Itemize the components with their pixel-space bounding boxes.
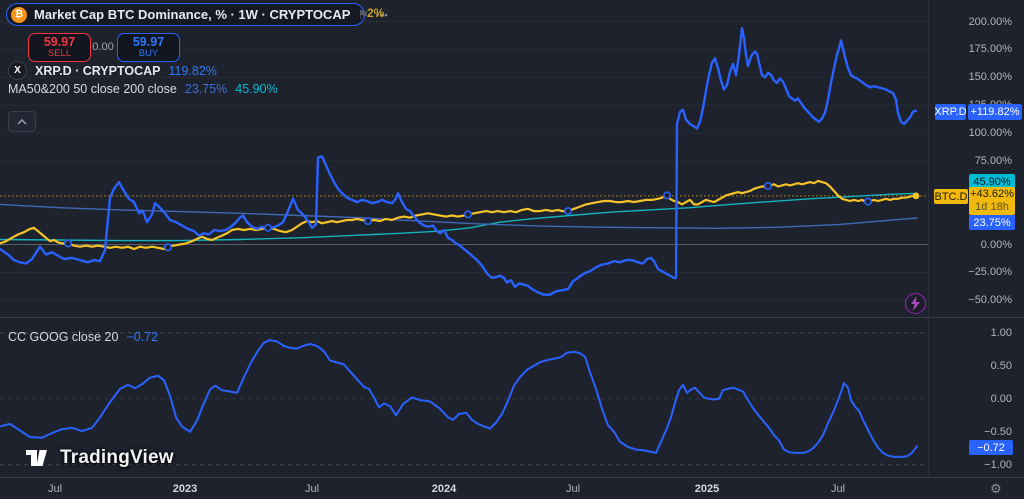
buy-price: 59.97: [132, 34, 165, 49]
compare-symbol-legend[interactable]: X XRP.D · CRYPTOCAP 119.82%: [8, 61, 217, 80]
collapse-legend-button[interactable]: [8, 111, 36, 132]
xrp-icon: X: [8, 61, 27, 80]
tradingview-logo[interactable]: TradingView: [26, 447, 174, 469]
price-axis-tick: 0.00: [990, 392, 1012, 405]
spread-value: 0.00: [92, 41, 114, 53]
tradingview-logo-text: TradingView: [60, 447, 174, 468]
gear-icon[interactable]: ⚙: [990, 481, 1002, 497]
sell-label: SELL: [47, 47, 72, 59]
ma-fast-axis-value: 23.75%: [969, 215, 1015, 230]
tradingview-chart-window: 200.00%175.00%150.00%125.00%100.00%75.00…: [0, 0, 1024, 499]
compare-symbol-value: 119.82%: [168, 63, 217, 78]
price-axis-tick: −50.00%: [968, 294, 1012, 307]
series-marker: [64, 239, 73, 248]
chevron-up-icon: [17, 118, 27, 125]
xrp-axis-value: +119.82%: [968, 104, 1022, 120]
symbol-title: Market Cap BTC Dominance, % · 1W · CRYPT…: [34, 7, 351, 22]
panel-separator[interactable]: [0, 317, 1024, 318]
price-axis-tick: 0.50: [990, 359, 1012, 372]
price-axis-tick: −1.00: [984, 458, 1012, 471]
sell-price: 59.97: [43, 34, 76, 49]
price-axis-tick: 75.00%: [974, 154, 1012, 167]
btc-axis-tag: BTC.D: [934, 189, 968, 204]
time-axis-label: Jul: [47, 483, 63, 495]
correlation-indicator-legend[interactable]: CC GOOG close 20 −0.72: [8, 330, 158, 344]
ma-slow-legend-value: 45.90%: [235, 82, 278, 96]
btc-last-price-dot: [912, 192, 920, 200]
compare-symbol-name: XRP.D · CRYPTOCAP: [35, 63, 161, 78]
price-axis-tick: 175.00%: [968, 43, 1012, 56]
boost-button[interactable]: [905, 293, 926, 314]
symbol-pill[interactable]: ₿ Market Cap BTC Dominance, % · 1W · CRY…: [6, 3, 387, 26]
series-BTC.D[interactable]: [0, 179, 918, 251]
series-marker: [363, 217, 372, 226]
btc-axis-value: +43.62% 1d 18h: [969, 187, 1015, 215]
correlation-legend-value: −0.72: [126, 330, 159, 344]
price-axis[interactable]: 200.00%175.00%150.00%125.00%100.00%75.00…: [929, 0, 1024, 477]
xrp-axis-tag: XRP.D: [934, 104, 967, 120]
price-axis-tick: −25.00%: [968, 266, 1012, 279]
series-marker: [662, 191, 671, 200]
bitcoin-icon: ₿: [11, 6, 27, 23]
sell-button[interactable]: 59.97 SELL: [28, 33, 91, 62]
price-axis-tick: 1.00: [990, 326, 1012, 339]
tradingview-logo-icon: [26, 449, 47, 466]
price-axis-tick: 100.00%: [968, 127, 1012, 139]
price-axis-tick: 200.00%: [968, 15, 1012, 28]
series-marker: [863, 197, 872, 206]
series-marker: [164, 243, 173, 252]
price-axis-tick: −0.50: [984, 425, 1012, 438]
buy-button[interactable]: 59.97 BUY: [117, 33, 180, 62]
time-axis-label: Jul: [830, 483, 846, 495]
time-axis-label: 2025: [694, 483, 720, 495]
series-marker: [563, 207, 572, 216]
buy-label: BUY: [138, 47, 159, 59]
price-axis-tick: 0.00%: [980, 238, 1012, 251]
time-axis-label: Jul: [304, 483, 320, 495]
ma-indicator-legend[interactable]: MA50&200 50 close 200 close 23.75% 45.90…: [8, 82, 278, 96]
ma-fast-legend-value: 23.75%: [184, 82, 228, 96]
series-marker: [763, 182, 772, 191]
time-axis-label: 2023: [172, 483, 198, 495]
lightning-icon: [911, 296, 920, 311]
correlation-indicator-title: CC GOOG close 20: [8, 330, 119, 344]
time-axis-label: 2024: [431, 483, 457, 495]
time-axis-label: Jul: [565, 483, 581, 495]
series-marker: [463, 210, 472, 219]
price-axis-tick: 150.00%: [968, 71, 1012, 84]
clipped-value-badge: 2%: [367, 6, 385, 20]
bar-countdown: 1d 18h: [975, 201, 1009, 213]
correlation-axis-value: −0.72: [969, 440, 1013, 455]
btc-change-value: +43.62%: [970, 188, 1014, 200]
time-axis[interactable]: ⚙ Jul 2023 Jul 2024 Jul 2025 Jul: [0, 478, 1024, 499]
series-marker: [263, 223, 272, 232]
ma-indicator-title: MA50&200 50 close 200 close: [8, 82, 177, 96]
